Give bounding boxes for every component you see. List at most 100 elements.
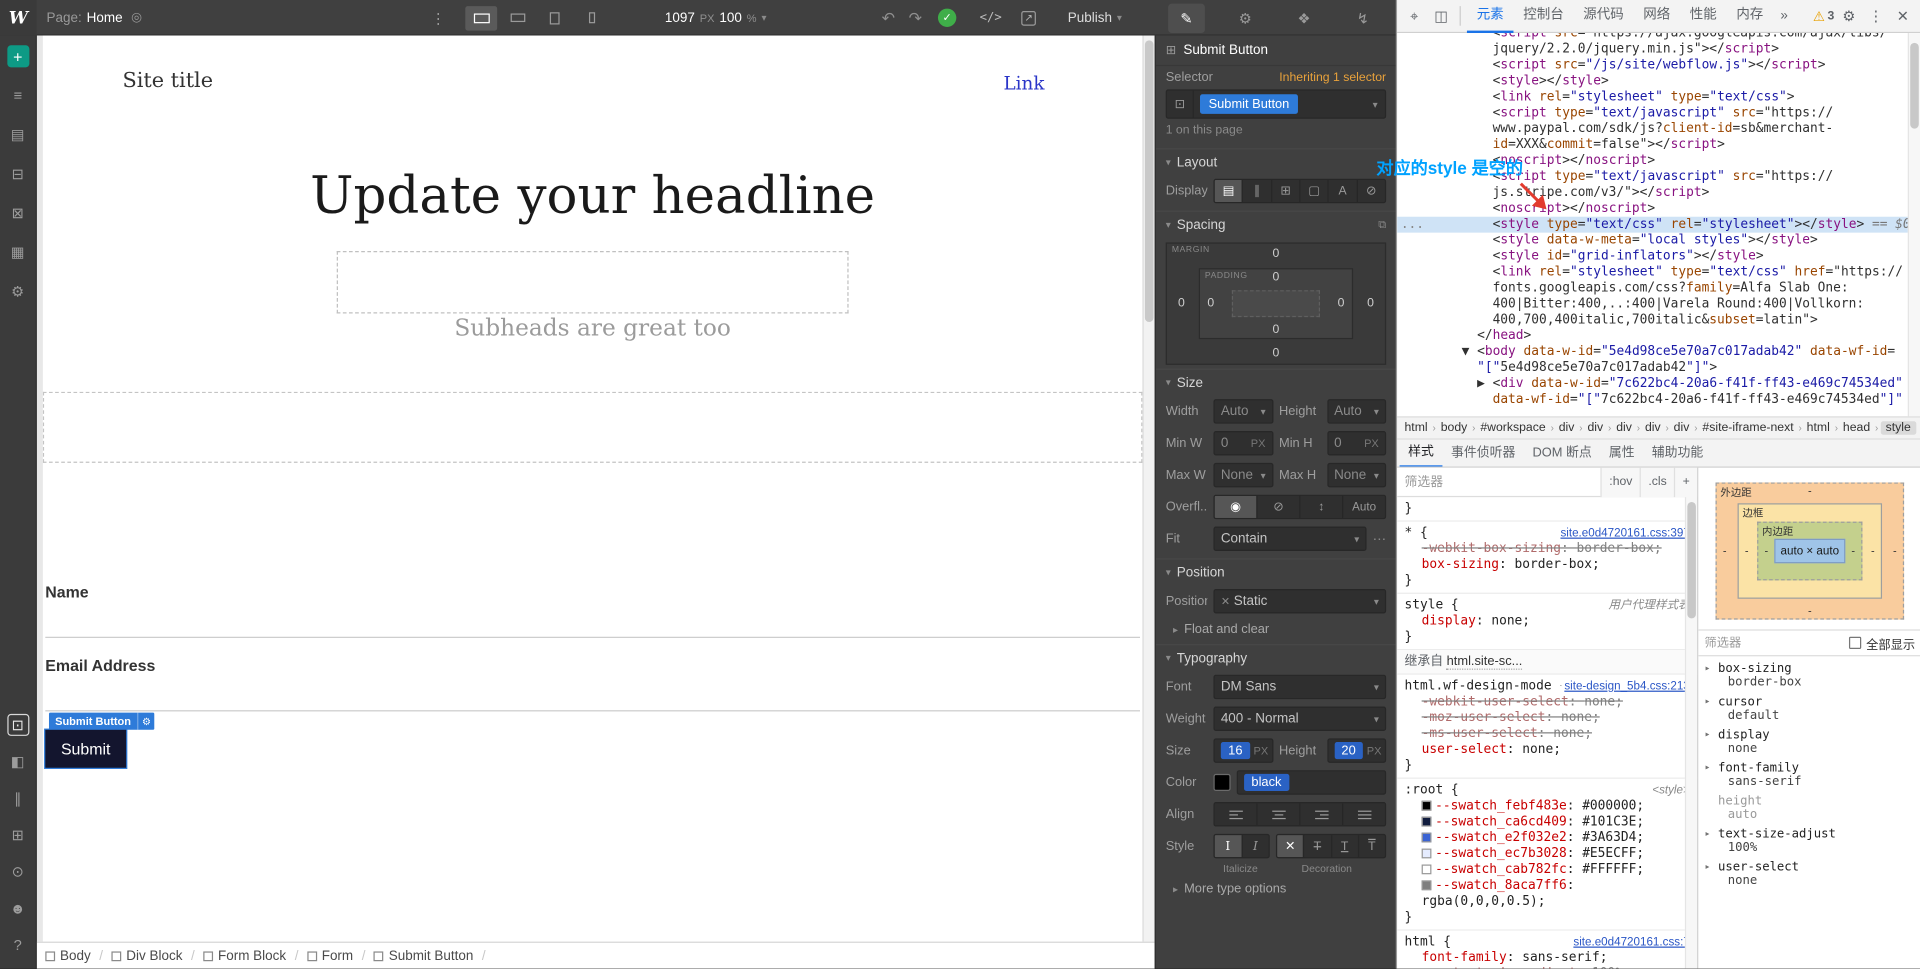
color-field[interactable]: black bbox=[1236, 770, 1387, 795]
canvas-scrollbar[interactable] bbox=[1142, 35, 1155, 942]
sidebar-tab-2[interactable]: DOM 断点 bbox=[1524, 440, 1600, 467]
italic-regular-icon[interactable]: I bbox=[1214, 835, 1242, 858]
page-settings-icon[interactable]: ◎ bbox=[131, 11, 142, 24]
undo-icon[interactable]: ↶ bbox=[882, 0, 895, 36]
float-and-clear-toggle[interactable]: ▸ Float and clear bbox=[1156, 617, 1396, 640]
ecommerce-icon[interactable]: ⊠ bbox=[7, 202, 29, 224]
code-line[interactable]: <style data-w-meta="local styles"></styl… bbox=[1397, 233, 1920, 249]
devtools-tab-3[interactable]: 网络 bbox=[1633, 0, 1680, 32]
padding-bottom-value[interactable]: 0 bbox=[1273, 323, 1280, 336]
styles-filter-input[interactable] bbox=[1397, 474, 1601, 490]
dom-crumb-8[interactable]: #site-iframe-next bbox=[1700, 421, 1796, 434]
code-line[interactable]: <noscript></noscript> bbox=[1397, 201, 1920, 217]
box-model-margin[interactable]: 外边距 - - - - 边框 - - 内边距 - - auto × auto bbox=[1715, 482, 1905, 620]
empty-section[interactable] bbox=[42, 391, 1143, 463]
code-line[interactable]: www.paypal.com/sdk/js?client-id=sb&merch… bbox=[1397, 121, 1920, 137]
fit-more-icon[interactable]: ⋯ bbox=[1373, 531, 1386, 547]
settings-icon[interactable]: ⚙ bbox=[7, 280, 29, 302]
css-declaration[interactable]: --swatch_ca6cd409: #101C3E; bbox=[1404, 814, 1692, 830]
css-declaration[interactable]: -webkit-box-sizing: border-box; bbox=[1404, 541, 1692, 557]
more-type-options-toggle[interactable]: ▸ More type options bbox=[1156, 877, 1396, 900]
computed-property[interactable]: ▸ font-family bbox=[1698, 759, 1920, 775]
element-settings-gear-icon[interactable]: ⚙ bbox=[137, 712, 154, 730]
style-manager-tab-icon[interactable]: ❖ bbox=[1286, 3, 1323, 32]
inheriting-indicator[interactable]: Inheriting 1 selector bbox=[1279, 70, 1386, 83]
dom-crumb-3[interactable]: div bbox=[1556, 421, 1577, 434]
code-line[interactable]: </head> bbox=[1397, 328, 1920, 344]
margin-right-value[interactable]: 0 bbox=[1367, 297, 1374, 310]
size-section-header[interactable]: ▾ Size bbox=[1155, 368, 1396, 396]
devtools-settings-icon[interactable]: ⚙ bbox=[1837, 4, 1861, 28]
style-panel-tab-brush-icon[interactable]: ✎ bbox=[1168, 3, 1205, 33]
devtools-tab-4[interactable]: 性能 bbox=[1680, 0, 1727, 32]
display-grid-icon[interactable]: ⊞ bbox=[1270, 180, 1300, 203]
computed-property[interactable]: ▸ text-size-adjust bbox=[1698, 825, 1920, 841]
selector-caret-icon[interactable]: ▾ bbox=[1373, 99, 1378, 110]
breadcrumb-item-div-block[interactable]: Div Block bbox=[111, 948, 182, 963]
breadcrumb-item-body[interactable]: Body bbox=[45, 948, 91, 963]
min-width-field[interactable]: 0 PX bbox=[1213, 431, 1273, 456]
submit-button-element[interactable]: Submit bbox=[45, 729, 127, 768]
code-line[interactable]: <script type="text/javascript" src="http… bbox=[1397, 105, 1920, 121]
elements-scrollbar-thumb[interactable] bbox=[1910, 42, 1919, 129]
align-right-icon[interactable] bbox=[1299, 803, 1342, 826]
dom-crumb-0[interactable]: html bbox=[1402, 421, 1430, 434]
tablet-breakpoint-icon[interactable] bbox=[539, 6, 571, 30]
redo-icon[interactable]: ↷ bbox=[909, 0, 922, 36]
devtools-tab-1[interactable]: 控制台 bbox=[1513, 0, 1573, 32]
overflow-scroll-icon[interactable]: ↕ bbox=[1299, 495, 1342, 518]
canvas-scrollbar-thumb[interactable] bbox=[1144, 40, 1154, 323]
overflow-visible-icon[interactable]: ◉ bbox=[1214, 495, 1257, 518]
canvas-dimensions[interactable]: 1097 PX 100 % ▾ bbox=[665, 0, 766, 36]
help-icon[interactable]: ? bbox=[7, 934, 29, 956]
selected-element-badge[interactable]: Submit Button ⚙ bbox=[48, 712, 155, 730]
max-height-field[interactable]: None ▾ bbox=[1326, 462, 1387, 488]
assets-icon[interactable]: ▦ bbox=[7, 241, 29, 263]
class-pill[interactable]: Submit Button bbox=[1200, 94, 1298, 114]
align-justify-icon[interactable] bbox=[1342, 803, 1385, 826]
name-input[interactable] bbox=[45, 603, 1141, 638]
show-all-checkbox[interactable] bbox=[1848, 636, 1862, 649]
site-title-text[interactable]: Site title bbox=[122, 69, 213, 93]
margin-top-value[interactable]: 0 bbox=[1273, 247, 1280, 260]
decoration-strikethrough-icon[interactable]: T bbox=[1303, 835, 1330, 858]
display-inline-block-icon[interactable]: ▢ bbox=[1299, 180, 1328, 203]
width-field[interactable]: Auto ▾ bbox=[1213, 399, 1273, 424]
css-declaration[interactable]: -ms-user-select: none; bbox=[1404, 726, 1692, 742]
device-toolbar-icon[interactable]: ◫ bbox=[1429, 4, 1453, 28]
dom-crumb-7[interactable]: div bbox=[1671, 421, 1692, 434]
computed-property[interactable]: ▸ box-sizing bbox=[1698, 660, 1920, 675]
rule-source-link[interactable]: site.e0d4720161.css:7 bbox=[1569, 934, 1690, 951]
overflow-hidden-icon[interactable]: ⊘ bbox=[1256, 495, 1299, 518]
class-toggle[interactable]: .cls bbox=[1639, 467, 1675, 497]
zoom-value[interactable]: 100 bbox=[719, 10, 741, 25]
code-line[interactable]: fonts.googleapis.com/css?family=Alfa Sla… bbox=[1397, 280, 1920, 296]
rule-source-link[interactable]: site.e0d4720161.css:397 bbox=[1556, 525, 1690, 542]
more-options-icon[interactable]: ⋮ bbox=[431, 0, 446, 36]
weight-select[interactable]: 400 - Normal ▾ bbox=[1213, 706, 1387, 732]
margin-bottom-value[interactable]: 0 bbox=[1273, 347, 1280, 360]
css-declaration[interactable]: --swatch_cab782fc: #FFFFFF; bbox=[1404, 862, 1692, 878]
css-declaration[interactable]: -webkit-user-select: none; bbox=[1404, 694, 1692, 710]
code-line[interactable]: 400|Bitter:400,..:400|Varela Round:400|V… bbox=[1397, 296, 1920, 312]
code-line[interactable]: <link rel="stylesheet" type="text/css"> bbox=[1397, 89, 1920, 105]
console-warnings-badge[interactable]: ⚠ 3 bbox=[1813, 8, 1834, 24]
code-line[interactable]: ▼ <body data-w-id="5e4d98ce5e70a7c017ada… bbox=[1397, 344, 1920, 360]
nav-link-text[interactable]: Link bbox=[1003, 72, 1044, 94]
inspect-element-icon[interactable]: ⌖ bbox=[1402, 4, 1426, 28]
code-line[interactable]: ▶ <div data-w-id="7c622bc4-20a6-f41f-ff4… bbox=[1397, 376, 1920, 392]
new-rule-icon[interactable]: + bbox=[1674, 467, 1698, 497]
xray-mode-icon[interactable]: ◧ bbox=[7, 751, 29, 773]
css-declaration[interactable]: --swatch_febf483e: #000000; bbox=[1404, 798, 1692, 814]
devtools-tab-0[interactable]: 元素 bbox=[1466, 0, 1514, 33]
font-select[interactable]: DM Sans ▾ bbox=[1213, 674, 1387, 700]
code-line[interactable]: data-wf-id="["7c622bc4-20a6-f41f-ff43-e4… bbox=[1397, 392, 1920, 408]
pages-icon[interactable]: ▤ bbox=[7, 124, 29, 146]
code-line[interactable]: <style id="grid-inflators"></style> bbox=[1397, 249, 1920, 265]
computed-property[interactable]: ▸ user-select bbox=[1698, 858, 1920, 874]
email-field-label[interactable]: Email Address bbox=[45, 656, 155, 674]
dom-crumb-2[interactable]: #workspace bbox=[1478, 421, 1548, 434]
desktop-breakpoint-icon[interactable] bbox=[465, 5, 498, 31]
overflow-auto-button[interactable]: Auto bbox=[1342, 495, 1385, 518]
height-field[interactable]: Auto ▾ bbox=[1326, 399, 1387, 424]
